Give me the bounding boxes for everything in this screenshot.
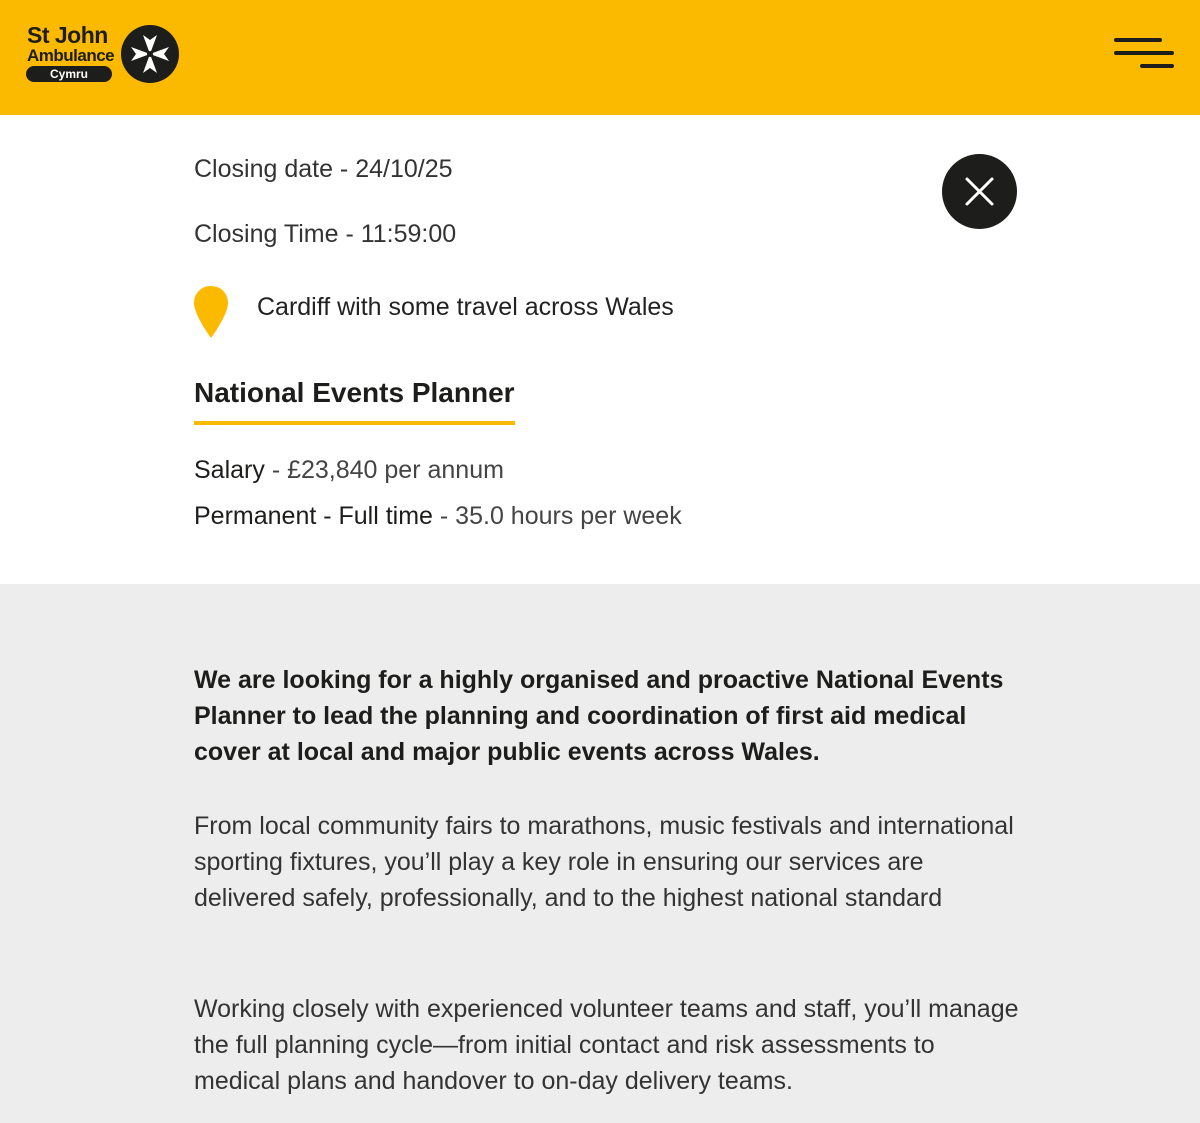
map-pin-icon [194, 286, 228, 338]
salary-value: - £23,840 per annum [264, 456, 504, 484]
closing-time: Closing Time - 11:59:00 [194, 220, 457, 248]
job-title: National Events Planner [194, 377, 515, 425]
job-summary: Closing date - 24/10/25 Closing Time - 1… [0, 115, 1200, 584]
st-john-ambulance-cymru-logo[interactable]: St John Ambulance Cymru [24, 22, 184, 86]
maltese-cross-icon [121, 25, 179, 83]
menu-icon [1140, 64, 1174, 68]
logo-region: Cymru [26, 66, 112, 82]
close-icon [965, 177, 994, 206]
menu-icon [1114, 38, 1162, 42]
site-header: St John Ambulance Cymru [0, 0, 1200, 115]
job-location: Cardiff with some travel across Wales [257, 293, 674, 321]
menu-button[interactable] [1110, 34, 1176, 74]
description-paragraph-2: Working closely with experienced volunte… [194, 995, 1019, 1095]
menu-icon [1114, 51, 1174, 55]
close-button[interactable] [942, 154, 1017, 229]
description-paragraph-1: From local community fairs to marathons,… [194, 812, 1014, 912]
contract-hours: - 35.0 hours per week [432, 502, 682, 530]
salary-line: Salary - £23,840 per annum [194, 456, 504, 485]
job-description: We are looking for a highly organised an… [0, 584, 1200, 1123]
contract-label: Permanent - Full time [194, 502, 433, 530]
closing-date: Closing date - 24/10/25 [194, 155, 453, 183]
contract-line: Permanent - Full time - 35.0 hours per w… [194, 502, 682, 531]
logo-line-2: Ambulance [27, 46, 115, 65]
logo-line-1: St John [27, 22, 108, 48]
description-intro: We are looking for a highly organised an… [194, 666, 1004, 766]
salary-label: Salary [194, 456, 265, 484]
